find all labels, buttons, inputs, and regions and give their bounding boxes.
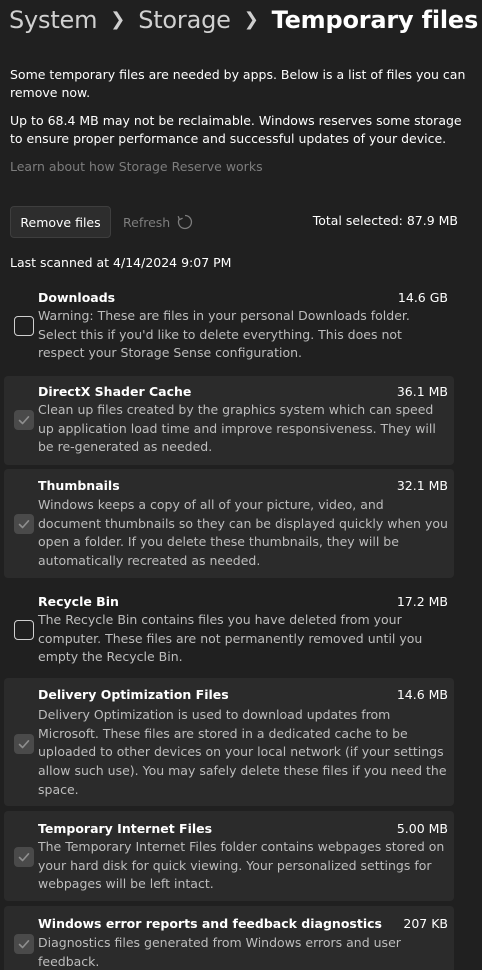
checkbox[interactable] bbox=[14, 316, 34, 336]
last-scanned: Last scanned at 4/14/2024 9:07 PM bbox=[10, 255, 232, 270]
refresh-icon bbox=[177, 214, 193, 230]
list-item-windows-error-reports[interactable]: Windows error reports and feedback diagn… bbox=[4, 906, 454, 970]
list-item-recycle-bin[interactable]: Recycle Bin 17.2 MB The Recycle Bin cont… bbox=[4, 586, 454, 672]
item-description: Diagnostics files generated from Windows… bbox=[38, 935, 401, 969]
list-item-delivery-optimization[interactable]: Delivery Optimization Files 14.6 MB Deli… bbox=[4, 678, 454, 806]
refresh-button: Refresh bbox=[123, 212, 194, 232]
item-name: Downloads bbox=[38, 290, 116, 305]
item-description: The Recycle Bin contains files you have … bbox=[38, 612, 423, 665]
checkbox[interactable] bbox=[14, 847, 34, 867]
checkmark-icon bbox=[18, 416, 30, 425]
list-item-temporary-internet-files[interactable]: Temporary Internet Files 5.00 MB The Tem… bbox=[4, 811, 454, 901]
item-size: 5.00 MB bbox=[396, 821, 448, 836]
refresh-label: Refresh bbox=[123, 214, 171, 230]
item-description: Delivery Optimization is used to downloa… bbox=[38, 707, 447, 797]
item-size: 207 KB bbox=[403, 916, 448, 931]
storage-reserve-link[interactable]: Learn about how Storage Reserve works bbox=[10, 158, 263, 176]
item-size: 17.2 MB bbox=[396, 594, 448, 609]
breadcrumb-storage[interactable]: Storage bbox=[138, 6, 231, 34]
list-item-directx-shader-cache[interactable]: DirectX Shader Cache 36.1 MB Clean up fi… bbox=[4, 376, 454, 465]
checkbox[interactable] bbox=[14, 620, 34, 640]
item-size: 14.6 MB bbox=[396, 687, 448, 702]
intro-text: Some temporary files are needed by apps.… bbox=[10, 67, 466, 100]
remove-files-button[interactable]: Remove files bbox=[10, 206, 111, 238]
item-description: The Temporary Internet Files folder cont… bbox=[38, 839, 445, 892]
checkmark-icon bbox=[18, 940, 30, 949]
breadcrumb-system[interactable]: System bbox=[9, 6, 97, 34]
checkmark-icon bbox=[18, 740, 30, 749]
item-name: Windows error reports and feedback diagn… bbox=[38, 916, 382, 931]
list-item-thumbnails[interactable]: Thumbnails 32.1 MB Windows keeps a copy … bbox=[4, 469, 454, 578]
checkmark-icon bbox=[18, 520, 30, 529]
item-size: 36.1 MB bbox=[396, 384, 448, 399]
item-name: Temporary Internet Files bbox=[38, 821, 213, 836]
checkmark-icon bbox=[18, 853, 30, 862]
checkbox[interactable] bbox=[14, 734, 34, 754]
chevron-right-icon: ❯ bbox=[243, 8, 259, 30]
checkbox[interactable] bbox=[14, 410, 34, 430]
reserve-note: Up to 68.4 MB may not be reclaimable. Wi… bbox=[10, 113, 462, 146]
total-selected: Total selected: 87.9 MB bbox=[312, 213, 458, 228]
item-name: DirectX Shader Cache bbox=[38, 384, 192, 399]
item-size: 32.1 MB bbox=[396, 478, 448, 493]
checkbox[interactable] bbox=[14, 514, 34, 534]
item-name: Thumbnails bbox=[38, 478, 120, 493]
list-item-downloads[interactable]: Downloads 14.6 GB Warning: These are fil… bbox=[4, 282, 454, 374]
item-description: Clean up files created by the graphics s… bbox=[38, 402, 436, 455]
checkbox[interactable] bbox=[14, 934, 34, 954]
chevron-right-icon: ❯ bbox=[110, 8, 126, 30]
item-description: Warning: These are files in your persona… bbox=[38, 308, 410, 361]
item-name: Delivery Optimization Files bbox=[38, 687, 229, 702]
temporary-files-page: System ❯ Storage ❯ Temporary files Some … bbox=[0, 0, 482, 970]
breadcrumb: System ❯ Storage ❯ Temporary files bbox=[9, 2, 478, 38]
item-size: 14.6 GB bbox=[397, 290, 448, 305]
page-title: Temporary files bbox=[271, 6, 479, 34]
item-name: Recycle Bin bbox=[38, 594, 119, 609]
item-description: Windows keeps a copy of all of your pict… bbox=[38, 497, 448, 569]
